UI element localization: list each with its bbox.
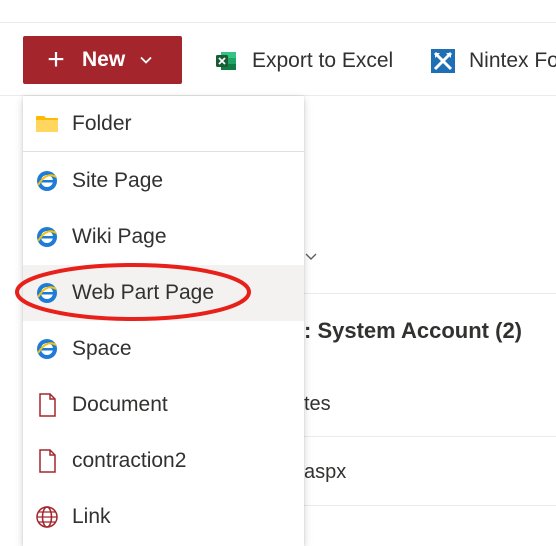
globe-icon bbox=[35, 505, 59, 529]
new-button-label: New bbox=[82, 48, 126, 71]
menu-item-wiki-page[interactable]: Wiki Page bbox=[23, 209, 304, 265]
list-row-divider bbox=[304, 436, 556, 437]
menu-item-label: Document bbox=[72, 393, 168, 416]
group-header[interactable]: : System Account (2) bbox=[304, 318, 522, 344]
nintex-icon bbox=[431, 49, 455, 73]
folder-icon bbox=[35, 112, 59, 136]
menu-item-folder[interactable]: Folder bbox=[23, 96, 304, 152]
export-to-excel-label: Export to Excel bbox=[252, 49, 394, 72]
new-dropdown-menu: Folder Site Page Wiki Page Web Part Page… bbox=[23, 96, 304, 546]
menu-item-label: contraction2 bbox=[72, 449, 187, 472]
menu-item-label: Site Page bbox=[72, 169, 164, 192]
new-button[interactable]: + New bbox=[23, 36, 182, 84]
list-row-divider bbox=[304, 293, 556, 294]
menu-item-document[interactable]: Document bbox=[23, 377, 304, 433]
menu-item-site-page[interactable]: Site Page bbox=[23, 153, 304, 209]
menu-item-space[interactable]: Space bbox=[23, 321, 304, 377]
plus-icon: + bbox=[47, 43, 65, 76]
menu-item-web-part-page[interactable]: Web Part Page bbox=[23, 265, 304, 321]
menu-item-label: Web Part Page bbox=[72, 281, 215, 304]
menu-item-label: Link bbox=[72, 505, 111, 528]
ie-page-icon bbox=[35, 225, 59, 249]
document-icon bbox=[35, 449, 59, 473]
document-icon bbox=[35, 393, 59, 417]
ie-page-icon bbox=[35, 169, 59, 193]
list-item[interactable]: aspx bbox=[304, 461, 346, 484]
export-to-excel-button[interactable]: Export to Excel bbox=[214, 46, 393, 76]
ie-page-icon bbox=[35, 337, 59, 361]
column-sort-chevron-icon[interactable] bbox=[304, 251, 318, 263]
menu-item-label: Space bbox=[72, 337, 132, 360]
chevron-down-icon bbox=[140, 56, 152, 64]
menu-item-label: Folder bbox=[72, 112, 132, 135]
list-item[interactable]: tes bbox=[304, 393, 331, 416]
list-row-divider bbox=[304, 505, 556, 506]
menu-item-contraction2[interactable]: contraction2 bbox=[23, 433, 304, 489]
nintex-forms-label: Nintex Fo bbox=[469, 49, 556, 72]
ie-page-icon bbox=[35, 281, 59, 305]
nintex-forms-button[interactable]: Nintex Fo bbox=[430, 46, 556, 76]
menu-item-label: Wiki Page bbox=[72, 225, 167, 248]
excel-icon bbox=[216, 52, 236, 70]
menu-item-link[interactable]: Link bbox=[23, 489, 304, 545]
menu-divider bbox=[23, 151, 304, 152]
